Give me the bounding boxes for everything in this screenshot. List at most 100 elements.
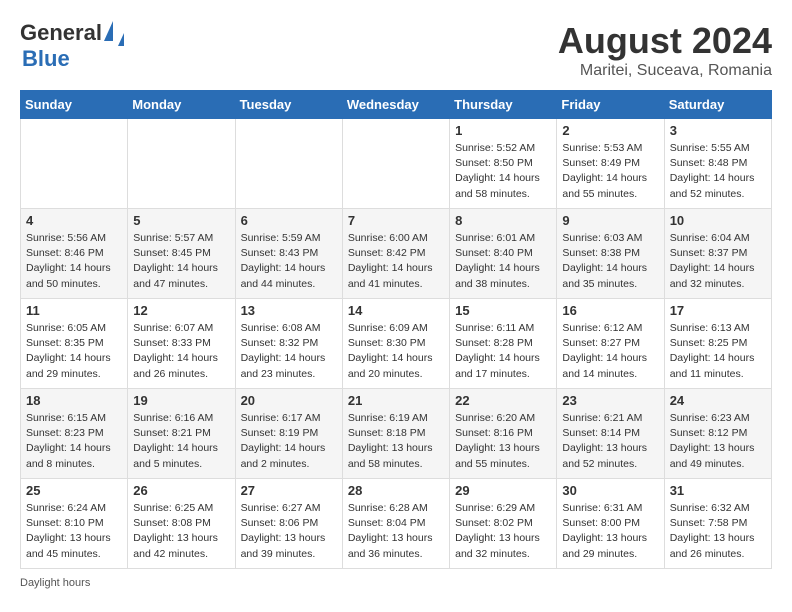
calendar-empty-cell [21,119,128,209]
day-number: 1 [455,123,551,138]
calendar-day-15: 15Sunrise: 6:11 AMSunset: 8:28 PMDayligh… [450,299,557,389]
col-header-wednesday: Wednesday [342,91,449,119]
day-number: 5 [133,213,229,228]
day-info: Sunrise: 6:08 AMSunset: 8:32 PMDaylight:… [241,321,337,382]
day-number: 3 [670,123,766,138]
day-info: Sunrise: 6:17 AMSunset: 8:19 PMDaylight:… [241,411,337,472]
calendar-day-6: 6 Sunrise: 5:59 AMSunset: 8:43 PMDaylight… [235,209,342,299]
calendar-day-9: 9Sunrise: 6:03 AMSunset: 8:38 PMDaylight… [557,209,664,299]
day-number: 19 [133,393,229,408]
day-number: 23 [562,393,658,408]
day-info: Sunrise: 6:21 AMSunset: 8:14 PMDaylight:… [562,411,658,472]
col-header-thursday: Thursday [450,91,557,119]
calendar-table: SundayMondayTuesdayWednesdayThursdayFrid… [20,90,772,569]
logo-triangle-icon [104,21,113,41]
day-info: Sunrise: 6:09 AMSunset: 8:30 PMDaylight:… [348,321,444,382]
day-info: Sunrise: 6:25 AMSunset: 8:08 PMDaylight:… [133,501,229,562]
day-info: Sunrise: 5:53 AMSunset: 8:49 PMDaylight:… [562,141,658,202]
day-number: 2 [562,123,658,138]
day-number: 29 [455,483,551,498]
day-info: Sunrise: 6:29 AMSunset: 8:02 PMDaylight:… [455,501,551,562]
day-number: 7 [348,213,444,228]
calendar-day-13: 13 Sunrise: 6:08 AMSunset: 8:32 PMDayligh… [235,299,342,389]
location-subtitle: Maritei, Suceava, Romania [558,62,772,80]
calendar-week-row: 1 Sunrise: 5:52 AMSunset: 8:50 PMDaylight… [21,119,772,209]
day-info: Sunrise: 6:31 AMSunset: 8:00 PMDaylight:… [562,501,658,562]
day-number: 17 [670,303,766,318]
day-number: 22 [455,393,551,408]
calendar-header-row: SundayMondayTuesdayWednesdayThursdayFrid… [21,91,772,119]
calendar-day-11: 11 Sunrise: 6:05 AMSunset: 8:35 PMDayligh… [21,299,128,389]
day-info: Sunrise: 5:57 AMSunset: 8:45 PMDaylight:… [133,231,229,292]
day-info: Sunrise: 6:00 AMSunset: 8:42 PMDaylight:… [348,231,444,292]
day-info: Sunrise: 6:27 AMSunset: 8:06 PMDaylight:… [241,501,337,562]
col-header-sunday: Sunday [21,91,128,119]
day-info: Sunrise: 6:13 AMSunset: 8:25 PMDaylight:… [670,321,766,382]
day-number: 24 [670,393,766,408]
calendar-empty-cell [235,119,342,209]
day-number: 26 [133,483,229,498]
day-info: Sunrise: 6:03 AMSunset: 8:38 PMDaylight:… [562,231,658,292]
day-info: Sunrise: 6:24 AMSunset: 8:10 PMDaylight:… [26,501,122,562]
day-number: 12 [133,303,229,318]
day-number: 15 [455,303,551,318]
day-info: Sunrise: 5:56 AMSunset: 8:46 PMDaylight:… [26,231,122,292]
calendar-empty-cell [342,119,449,209]
calendar-day-2: 2 Sunrise: 5:53 AMSunset: 8:49 PMDaylight… [557,119,664,209]
day-number: 20 [241,393,337,408]
day-number: 25 [26,483,122,498]
day-number: 18 [26,393,122,408]
calendar-day-20: 20 Sunrise: 6:17 AMSunset: 8:19 PMDayligh… [235,389,342,479]
day-info: Sunrise: 6:04 AMSunset: 8:37 PMDaylight:… [670,231,766,292]
calendar-day-22: 22 Sunrise: 6:20 AMSunset: 8:16 PMDayligh… [450,389,557,479]
col-header-tuesday: Tuesday [235,91,342,119]
day-number: 27 [241,483,337,498]
logo-triangle2-icon [118,33,124,46]
day-number: 28 [348,483,444,498]
calendar-day-25: 25 Sunrise: 6:24 AMSunset: 8:10 PMDayligh… [21,479,128,569]
calendar-day-7: 7 Sunrise: 6:00 AMSunset: 8:42 PMDaylight… [342,209,449,299]
day-info: Sunrise: 6:20 AMSunset: 8:16 PMDaylight:… [455,411,551,472]
col-header-monday: Monday [128,91,235,119]
daylight-label: Daylight hours [20,577,90,589]
day-info: Sunrise: 5:59 AMSunset: 8:43 PMDaylight:… [241,231,337,292]
day-info: Sunrise: 6:12 AMSunset: 8:27 PMDaylight:… [562,321,658,382]
calendar-day-23: 23 Sunrise: 6:21 AMSunset: 8:14 PMDayligh… [557,389,664,479]
logo-blue-text: Blue [22,46,70,71]
day-info: Sunrise: 6:28 AMSunset: 8:04 PMDaylight:… [348,501,444,562]
calendar-day-29: 29 Sunrise: 6:29 AMSunset: 8:02 PMDayligh… [450,479,557,569]
calendar-empty-cell [128,119,235,209]
col-header-friday: Friday [557,91,664,119]
day-number: 8 [455,213,551,228]
month-title: August 2024 [558,20,772,62]
day-number: 16 [562,303,658,318]
day-info: Sunrise: 6:16 AMSunset: 8:21 PMDaylight:… [133,411,229,472]
calendar-day-17: 17 Sunrise: 6:13 AMSunset: 8:25 PMDayligh… [664,299,771,389]
calendar-day-1: 1 Sunrise: 5:52 AMSunset: 8:50 PMDaylight… [450,119,557,209]
day-number: 13 [241,303,337,318]
col-header-saturday: Saturday [664,91,771,119]
calendar-day-12: 12Sunrise: 6:07 AMSunset: 8:33 PMDayligh… [128,299,235,389]
calendar-day-28: 28 Sunrise: 6:28 AMSunset: 8:04 PMDayligh… [342,479,449,569]
day-info: Sunrise: 6:19 AMSunset: 8:18 PMDaylight:… [348,411,444,472]
calendar-day-24: 24Sunrise: 6:23 AMSunset: 8:12 PMDayligh… [664,389,771,479]
day-number: 4 [26,213,122,228]
footer: Daylight hours [20,577,772,589]
day-info: Sunrise: 6:01 AMSunset: 8:40 PMDaylight:… [455,231,551,292]
calendar-day-18: 18Sunrise: 6:15 AMSunset: 8:23 PMDayligh… [21,389,128,479]
day-number: 6 [241,213,337,228]
calendar-day-26: 26 Sunrise: 6:25 AMSunset: 8:08 PMDayligh… [128,479,235,569]
day-info: Sunrise: 6:05 AMSunset: 8:35 PMDaylight:… [26,321,122,382]
calendar-day-4: 4 Sunrise: 5:56 AMSunset: 8:46 PMDaylight… [21,209,128,299]
calendar-day-30: 30Sunrise: 6:31 AMSunset: 8:00 PMDayligh… [557,479,664,569]
day-number: 21 [348,393,444,408]
calendar-week-row: 4 Sunrise: 5:56 AMSunset: 8:46 PMDaylight… [21,209,772,299]
calendar-day-3: 3Sunrise: 5:55 AMSunset: 8:48 PMDaylight… [664,119,771,209]
calendar-day-14: 14Sunrise: 6:09 AMSunset: 8:30 PMDayligh… [342,299,449,389]
day-info: Sunrise: 6:32 AMSunset: 7:58 PMDaylight:… [670,501,766,562]
day-info: Sunrise: 5:52 AMSunset: 8:50 PMDaylight:… [455,141,551,202]
calendar-day-31: 31Sunrise: 6:32 AMSunset: 7:58 PMDayligh… [664,479,771,569]
calendar-week-row: 25 Sunrise: 6:24 AMSunset: 8:10 PMDayligh… [21,479,772,569]
day-number: 11 [26,303,122,318]
calendar-week-row: 18Sunrise: 6:15 AMSunset: 8:23 PMDayligh… [21,389,772,479]
